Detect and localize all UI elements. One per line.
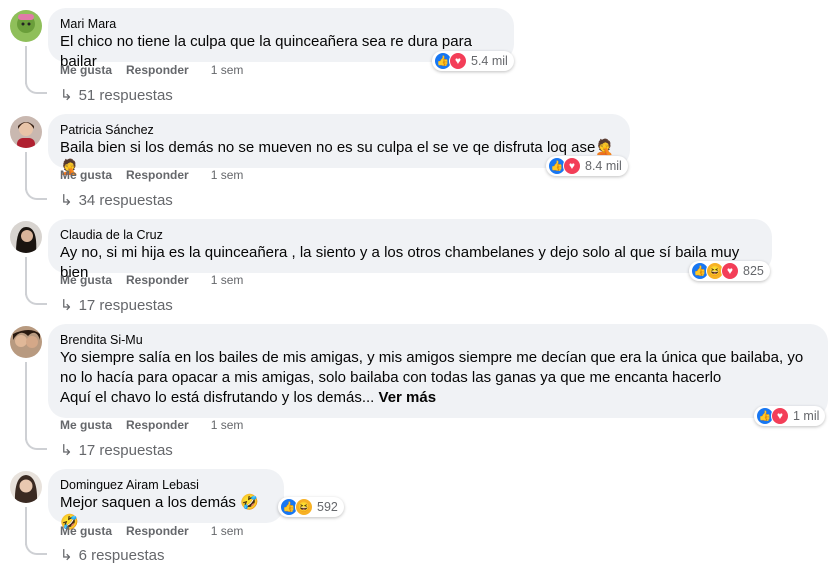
comment-actions: Me gusta Responder 1 sem [60, 524, 243, 538]
avatar[interactable] [10, 221, 42, 253]
thread-connector [25, 541, 47, 555]
reaction-count: 825 [743, 264, 764, 278]
thread-line [25, 507, 27, 545]
reply-arrow-icon: ↳ [60, 192, 73, 209]
comment-time[interactable]: 1 sem [211, 168, 244, 182]
reaction-summary[interactable]: 👍 ♥ 1 mil [754, 406, 826, 426]
heart-icon: ♥ [771, 407, 789, 425]
replies-count: 17 respuestas [78, 296, 173, 314]
thread-connector [25, 436, 47, 450]
view-replies-link[interactable]: ↳ 17 respuestas [60, 296, 173, 315]
reply-button[interactable]: Responder [126, 273, 189, 287]
reply-button[interactable]: Responder [126, 524, 189, 538]
reply-arrow-icon: ↳ [60, 442, 73, 459]
heart-icon: ♥ [721, 262, 739, 280]
thread-line [25, 362, 27, 440]
like-button[interactable]: Me gusta [60, 63, 112, 77]
reaction-summary[interactable]: 👍 😆 ♥ 825 [689, 261, 770, 281]
comment-time[interactable]: 1 sem [211, 273, 244, 287]
replies-count: 6 respuestas [78, 546, 165, 564]
thread-connector [25, 80, 47, 94]
reply-button[interactable]: Responder [126, 63, 189, 77]
comment-author[interactable]: Dominguez Airam Lebasi [60, 477, 272, 493]
avatar[interactable] [10, 10, 42, 42]
heart-icon: ♥ [563, 157, 581, 175]
comment-text: Yo siempre salía en los bailes de mis am… [60, 348, 816, 408]
view-replies-link[interactable]: ↳ 17 respuestas [60, 441, 173, 460]
thread-line [25, 257, 27, 295]
comment-author[interactable]: Mari Mara [60, 16, 502, 32]
thread-line [25, 46, 27, 84]
reaction-count: 592 [317, 500, 338, 514]
reply-button[interactable]: Responder [126, 418, 189, 432]
comment-bubble: Claudia de la Cruz Ay no, si mi hija es … [48, 219, 772, 281]
comment-bubble: Dominguez Airam Lebasi Mejor saquen a lo… [48, 469, 284, 531]
laughing-face-icon: 😆 [295, 498, 313, 516]
see-more-link[interactable]: Ver más [379, 389, 437, 406]
replies-count: 17 respuestas [78, 441, 173, 459]
comment-bubble: Brendita Si-Mu Yo siempre salía en los b… [48, 324, 828, 418]
view-replies-link[interactable]: ↳ 6 respuestas [60, 546, 165, 565]
reaction-count: 1 mil [793, 409, 820, 423]
heart-icon: ♥ [449, 52, 467, 70]
thread-connector [25, 186, 47, 200]
like-button[interactable]: Me gusta [60, 273, 112, 287]
comment-author[interactable]: Brendita Si-Mu [60, 332, 816, 348]
comment-author[interactable]: Patricia Sánchez [60, 122, 618, 138]
thread-line [25, 152, 27, 190]
comment-author[interactable]: Claudia de la Cruz [60, 227, 760, 243]
reaction-count: 8.4 mil [585, 159, 622, 173]
reaction-summary[interactable]: 👍 ♥ 8.4 mil [546, 156, 628, 176]
comment-time[interactable]: 1 sem [211, 63, 244, 77]
reply-arrow-icon: ↳ [60, 87, 73, 104]
view-replies-link[interactable]: ↳ 51 respuestas [60, 86, 173, 105]
avatar[interactable] [10, 116, 42, 148]
reply-arrow-icon: ↳ [60, 547, 73, 564]
comment-bubble: Patricia Sánchez Baila bien si los demás… [48, 114, 630, 176]
reaction-summary[interactable]: 👍 😆 592 [278, 497, 344, 517]
reply-arrow-icon: ↳ [60, 297, 73, 314]
comment-actions: Me gusta Responder 1 sem [60, 63, 243, 77]
comment-actions: Me gusta Responder 1 sem [60, 168, 243, 182]
like-button[interactable]: Me gusta [60, 524, 112, 538]
reaction-summary[interactable]: 👍 ♥ 5.4 mil [432, 51, 514, 71]
view-replies-link[interactable]: ↳ 34 respuestas [60, 191, 173, 210]
avatar[interactable] [10, 471, 42, 503]
replies-count: 34 respuestas [78, 191, 173, 209]
comment-time[interactable]: 1 sem [211, 418, 244, 432]
reaction-count: 5.4 mil [471, 54, 508, 68]
reply-button[interactable]: Responder [126, 168, 189, 182]
comment-actions: Me gusta Responder 1 sem [60, 273, 243, 287]
comment-actions: Me gusta Responder 1 sem [60, 418, 243, 432]
comment-time[interactable]: 1 sem [211, 524, 244, 538]
like-button[interactable]: Me gusta [60, 418, 112, 432]
thread-connector [25, 291, 47, 305]
avatar[interactable] [10, 326, 42, 358]
replies-count: 51 respuestas [78, 86, 173, 104]
like-button[interactable]: Me gusta [60, 168, 112, 182]
